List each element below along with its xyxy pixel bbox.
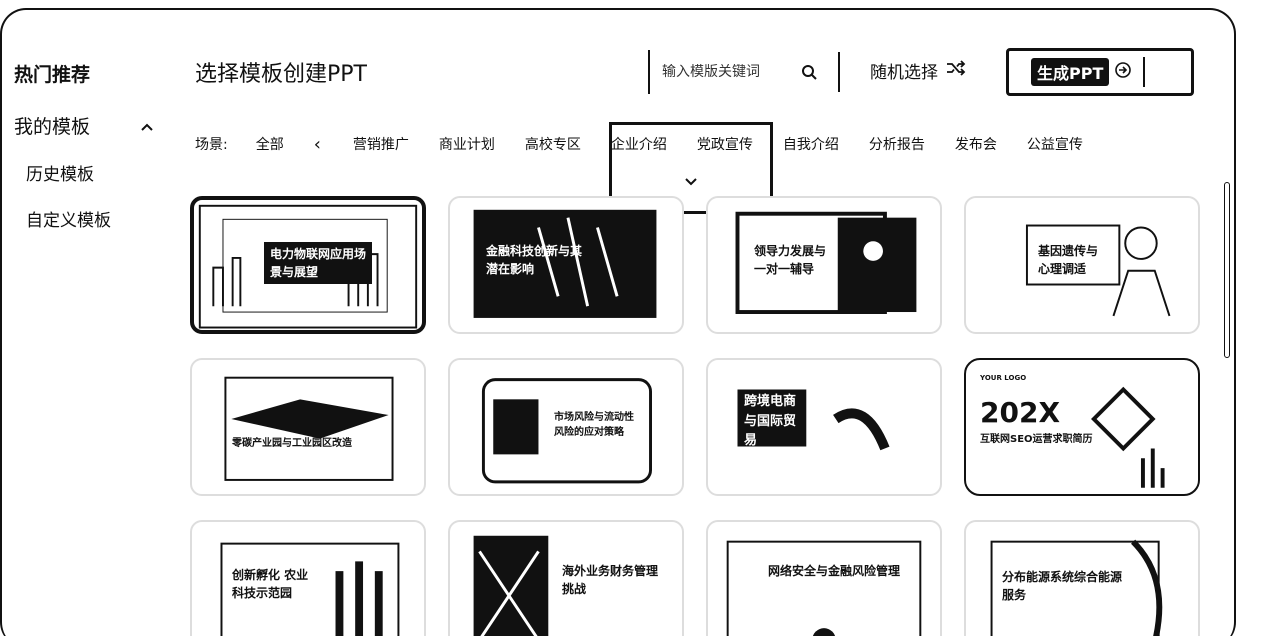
template-title: 基因遗传与心理调适: [1038, 244, 1099, 276]
generate-ppt-button[interactable]: 生成PPT: [1006, 48, 1194, 96]
tab-marketing[interactable]: 营销推广: [353, 134, 409, 154]
chevron-up-icon: [140, 115, 154, 137]
scene-label: 场景:: [195, 137, 228, 153]
random-select-button[interactable]: 随机选择: [870, 58, 966, 83]
tab-launch-event[interactable]: 发布会: [955, 134, 997, 154]
page-title: 选择模板创建PPT: [195, 62, 367, 87]
tab-public-welfare[interactable]: 公益宣传: [1027, 134, 1083, 154]
template-title: 零碳产业园与工业园区改造: [232, 438, 352, 449]
template-card[interactable]: 海外业务财务管理挑战: [448, 520, 684, 636]
main-window: 热门推荐 我的模板 历史模板 自定义模板 选择模板创建PPT 随机选择 生成PP…: [0, 8, 1236, 636]
tab-all[interactable]: 全部: [256, 134, 284, 154]
sidebar-item-custom[interactable]: 自定义模板: [26, 206, 111, 231]
template-card[interactable]: YOUR LOGO 202X 互联网SEO运营求职简历: [964, 358, 1200, 496]
template-thumbnail: [224, 376, 394, 481]
search-icon[interactable]: [800, 63, 818, 81]
template-card[interactable]: 市场风险与流动性风险的应对策略: [448, 358, 684, 496]
template-logo: YOUR LOGO: [980, 374, 1027, 382]
sidebar: 热门推荐 我的模板 历史模板 自定义模板: [2, 10, 172, 636]
template-title: 跨境电商与国际贸易: [744, 394, 797, 448]
sidebar-group-my-templates[interactable]: 我的模板: [14, 112, 154, 139]
template-title: 金融科技创新与其潜在影响: [486, 244, 583, 276]
template-grid: 电力物联网应用场景与展望 金融科技创新与其潜在影响 领导力发展与一对一辅导 基因…: [190, 196, 1200, 636]
template-card[interactable]: 跨境电商与国际贸易: [706, 358, 942, 496]
chevron-left-icon[interactable]: ‹: [314, 134, 321, 155]
tab-business-plan[interactable]: 商业计划: [439, 134, 495, 154]
sidebar-item-history[interactable]: 历史模板: [26, 160, 94, 185]
random-select-label: 随机选择: [870, 63, 938, 83]
template-title: 创新孵化 农业科技示范园: [232, 568, 309, 600]
divider: [838, 52, 840, 92]
chevron-down-icon: [684, 172, 698, 191]
template-title: 互联网SEO运营求职简历: [980, 434, 1093, 445]
template-card[interactable]: 网络安全与金融风险管理: [706, 520, 942, 636]
template-thumbnail: [737, 389, 890, 451]
sidebar-group-label: 我的模板: [14, 116, 91, 138]
sidebar-item-hot[interactable]: 热门推荐: [14, 60, 90, 87]
template-title: 分布能源系统综合能源服务: [1002, 570, 1123, 602]
template-card[interactable]: 金融科技创新与其潜在影响: [448, 196, 684, 334]
tab-analysis-report[interactable]: 分析报告: [869, 134, 925, 154]
template-card[interactable]: 零碳产业园与工业园区改造: [190, 358, 426, 496]
tab-university[interactable]: 高校专区: [525, 134, 581, 154]
generate-count-field[interactable]: [1143, 57, 1189, 87]
search-box: [648, 50, 828, 94]
template-title: 市场风险与流动性风险的应对策略: [554, 412, 634, 438]
template-card[interactable]: 创新孵化 农业科技示范园: [190, 520, 426, 636]
template-title: 网络安全与金融风险管理: [768, 564, 901, 578]
template-year: 202X: [980, 396, 1061, 429]
template-card[interactable]: 电力物联网应用场景与展望: [190, 196, 426, 334]
arrow-right-icon: [1115, 62, 1132, 82]
template-title: 领导力发展与一对一辅导: [754, 244, 827, 276]
scrollbar[interactable]: [1224, 182, 1230, 358]
generate-ppt-label: 生成PPT: [1031, 58, 1110, 86]
search-input[interactable]: [662, 64, 788, 80]
template-card[interactable]: 基因遗传与心理调适: [964, 196, 1200, 334]
template-title: 海外业务财务管理挑战: [562, 564, 659, 596]
shuffle-icon: [946, 60, 966, 81]
tab-self-intro[interactable]: 自我介绍: [783, 134, 839, 154]
template-card[interactable]: 分布能源系统综合能源服务: [964, 520, 1200, 636]
template-card[interactable]: 领导力发展与一对一辅导: [706, 196, 942, 334]
template-title: 电力物联网应用场景与展望: [264, 242, 372, 284]
